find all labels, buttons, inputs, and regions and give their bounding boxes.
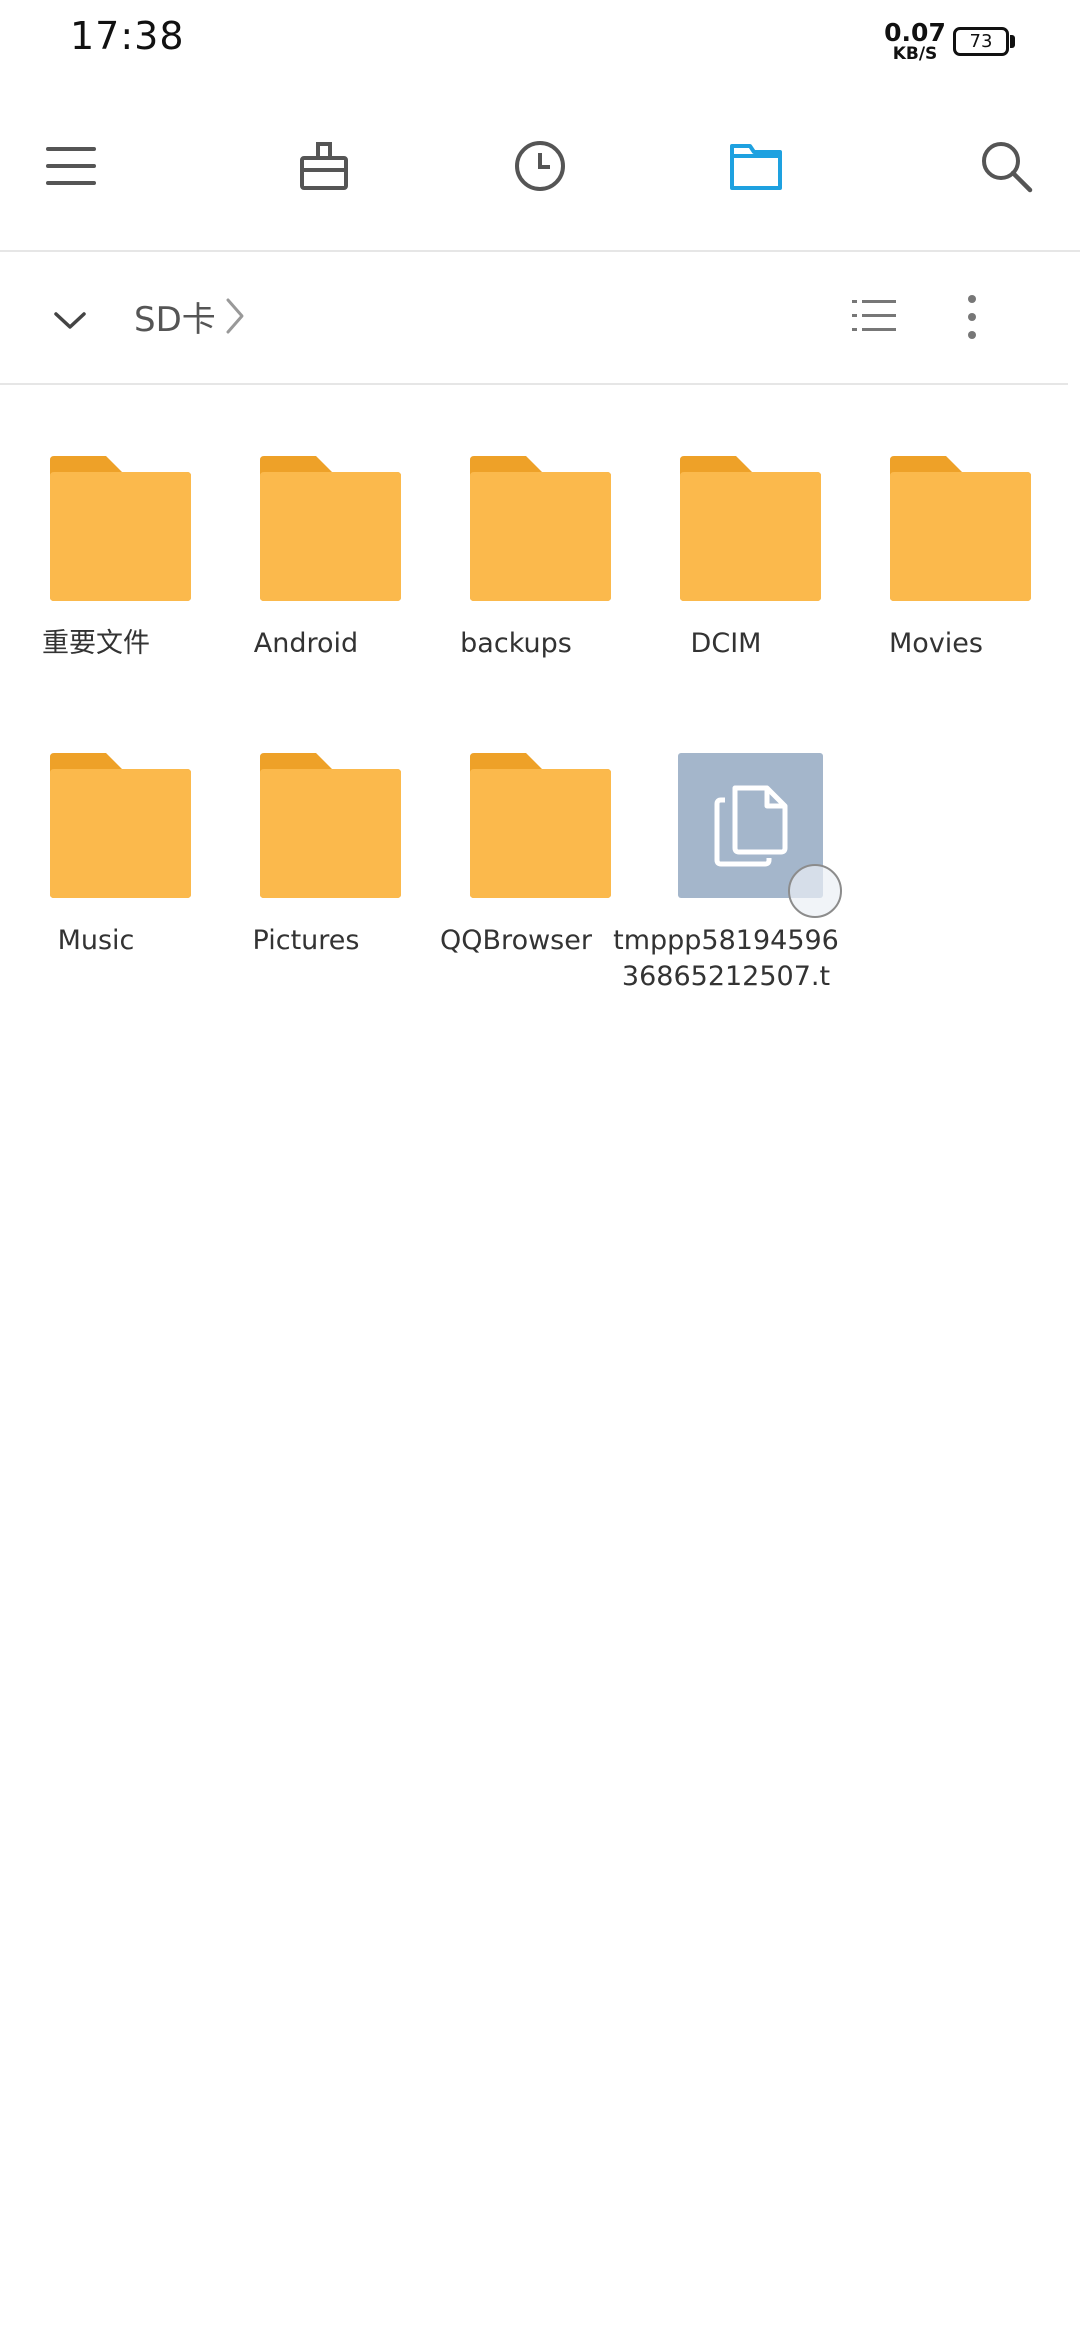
more-options-icon[interactable] [954, 292, 990, 342]
item-name: Movies [889, 628, 983, 659]
item-name: backups [460, 628, 572, 659]
folder-icon [678, 456, 823, 601]
path-bar: SD卡 [0, 252, 1080, 384]
item-name: Music [57, 925, 135, 956]
folder-icon [468, 456, 613, 601]
item-name: Android [253, 628, 359, 659]
network-speed: 0.07 KB/S [880, 20, 950, 63]
folder-icon [48, 753, 193, 898]
item-name: QQBrowser [440, 925, 592, 956]
item-name: DCIM [690, 628, 762, 659]
toolbox-icon[interactable] [284, 126, 364, 206]
folder-icon [48, 456, 193, 601]
folder-icon [258, 753, 403, 898]
item-name: Pictures [252, 925, 360, 956]
item-name: tmppp5819459636865212507.t [613, 925, 839, 992]
folder-icon [888, 456, 1033, 601]
list-view-icon[interactable] [850, 294, 900, 338]
folder-icon[interactable] [716, 126, 796, 206]
breadcrumb-current[interactable]: SD卡 [134, 292, 216, 341]
item-name: 重要文件 [42, 628, 150, 659]
battery-icon: 73 [953, 27, 1009, 56]
search-icon[interactable] [966, 126, 1046, 206]
menu-icon[interactable] [32, 126, 112, 206]
top-toolbar [0, 84, 1080, 250]
chevron-right-icon [224, 296, 246, 340]
selection-checkbox[interactable] [788, 864, 842, 918]
battery-level: 73 [969, 31, 993, 52]
battery-cap [1010, 35, 1015, 48]
network-speed-unit: KB/S [892, 44, 938, 64]
folder-icon [258, 456, 403, 601]
pathbar-divider [0, 383, 1068, 385]
status-time: 17:38 [70, 14, 185, 58]
network-speed-value: 0.07 [884, 18, 946, 47]
recent-clock-icon[interactable] [500, 126, 580, 206]
status-bar: 17:38 0.07 KB/S 73 [0, 0, 1080, 84]
folder-icon [468, 753, 613, 898]
chevron-down-icon[interactable] [46, 296, 94, 344]
